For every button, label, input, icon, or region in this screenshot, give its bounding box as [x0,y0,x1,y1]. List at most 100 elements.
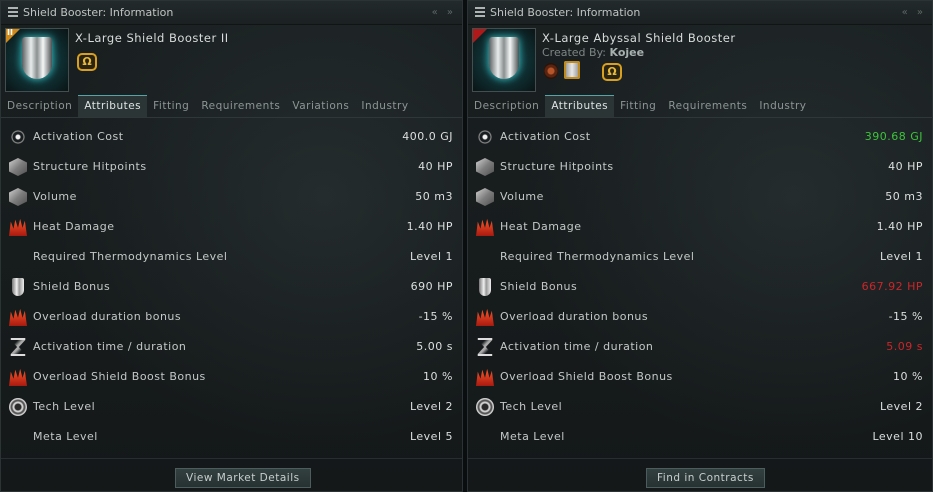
attribute-value: 40 HP [418,160,453,173]
attribute-row: Heat Damage 1.40 HP [468,212,932,242]
item-name: X-Large Abyssal Shield Booster [542,31,736,45]
attribute-row: Required Thermodynamics Level Level 1 [468,242,932,272]
tab-description[interactable]: Description [468,95,545,117]
attribute-value: 50 m3 [885,190,923,203]
volume-icon [476,188,494,206]
window-controls[interactable]: « » [902,1,926,24]
shield-booster-icon[interactable] [472,28,536,92]
attribute-value: Level 5 [409,430,453,443]
menu-icon[interactable] [8,7,18,17]
attribute-label: Heat Damage [500,220,582,233]
attribute-value: 40 HP [888,160,923,173]
attribute-row: Activation time / duration 5.00 s [1,332,462,362]
view-market-details-button[interactable]: View Market Details [175,468,311,488]
attribute-value: Level 2 [879,400,923,413]
tab-fitting[interactable]: Fitting [614,95,662,117]
item-name: X-Large Shield Booster II [75,31,229,45]
tech-level-icon [9,398,27,416]
info-window-right: Shield Booster: Information « » X-Large … [467,0,933,492]
attribute-row: Overload duration bonus -15 % [468,302,932,332]
heat-icon [476,308,494,326]
shield-booster-icon[interactable]: II [5,28,69,92]
tab-fitting[interactable]: Fitting [147,95,195,117]
attribute-value: 1.40 HP [406,220,453,233]
mutaplasmid-icon[interactable] [544,63,558,79]
tab-requirements[interactable]: Requirements [662,95,753,117]
attribute-list: Activation Cost 400.0 GJ Structure Hitpoin… [1,122,462,452]
window-controls[interactable]: « » [432,1,456,24]
attribute-label: Heat Damage [33,220,115,233]
tab-attributes[interactable]: Attributes [545,95,615,117]
info-window-left: Shield Booster: Information « » II X-Lar… [0,0,463,492]
attribute-value: Level 2 [409,400,453,413]
attribute-value: 400.0 GJ [402,130,453,143]
tab-variations[interactable]: Variations [286,95,355,117]
attribute-row: Tech Level Level 2 [1,392,462,422]
attribute-value: 690 HP [410,280,453,293]
hourglass-icon [477,338,493,356]
attribute-value: 5.09 s [886,340,923,353]
heat-icon [476,368,494,386]
tab-attributes[interactable]: Attributes [78,95,148,117]
capacitor-icon [9,128,27,146]
abyssal-badge [473,29,487,43]
attribute-row: Overload Shield Boost Bonus 10 % [1,362,462,392]
window-footer: View Market Details [1,458,462,491]
window-titlebar[interactable]: Shield Booster: Information « » [468,1,932,25]
attribute-label: Overload Shield Boost Bonus [500,370,673,383]
creator-name-link[interactable]: Kojee [610,46,645,59]
attribute-value: -15 % [888,310,923,323]
tab-requirements[interactable]: Requirements [195,95,286,117]
attribute-label: Structure Hitpoints [500,160,614,173]
attribute-label: Volume [33,190,77,203]
omega-icon: Ω [77,53,97,71]
attribute-row: Required Thermodynamics Level Level 1 [1,242,462,272]
tech-level-icon [476,398,494,416]
capacitor-icon [476,128,494,146]
tab-description[interactable]: Description [1,95,78,117]
attribute-row: Shield Bonus 690 HP [1,272,462,302]
attribute-label: Tech Level [33,400,96,413]
find-in-contracts-button[interactable]: Find in Contracts [646,468,765,488]
attribute-list: Activation Cost 390.68 GJ Structure Hitpoi… [468,122,932,452]
hourglass-icon [10,338,26,356]
menu-icon[interactable] [475,7,485,17]
heat-icon [9,368,27,386]
shield-icon [12,278,24,296]
attribute-row: Structure Hitpoints 40 HP [468,152,932,182]
attribute-value: 667.92 HP [861,280,923,293]
attribute-label: Required Thermodynamics Level [500,250,695,263]
item-header: X-Large Abyssal Shield Booster Created B… [468,25,932,95]
attribute-row: Overload Shield Boost Bonus 10 % [468,362,932,392]
attribute-value: 1.40 HP [876,220,923,233]
attribute-label: Shield Bonus [500,280,578,293]
attribute-label: Meta Level [500,430,565,443]
attribute-label: Tech Level [500,400,563,413]
attribute-label: Structure Hitpoints [33,160,147,173]
attribute-row: Activation Cost 400.0 GJ [1,122,462,152]
attribute-row: Activation Cost 390.68 GJ [468,122,932,152]
omega-icon: Ω [602,63,622,81]
attribute-value: 390.68 GJ [864,130,923,143]
attribute-row: Meta Level Level 5 [1,422,462,452]
attribute-row: Volume 50 m3 [468,182,932,212]
attribute-row: Meta Level Level 10 [468,422,932,452]
attribute-label: Activation time / duration [33,340,187,353]
attribute-row: Tech Level Level 2 [468,392,932,422]
tab-industry[interactable]: Industry [753,95,812,117]
tab-industry[interactable]: Industry [355,95,414,117]
heat-icon [9,308,27,326]
attribute-value: 10 % [423,370,453,383]
heat-icon [476,218,494,236]
attribute-value: Level 1 [879,250,923,263]
attribute-value: Level 1 [409,250,453,263]
attribute-label: Activation Cost [33,130,124,143]
window-title: Shield Booster: Information [490,6,641,19]
source-item-icon[interactable] [564,61,580,79]
attribute-label: Volume [500,190,544,203]
attribute-row: Heat Damage 1.40 HP [1,212,462,242]
tab-bar: Description Attributes Fitting Requirements… [468,95,932,118]
window-titlebar[interactable]: Shield Booster: Information « » [1,1,462,25]
structure-icon [9,158,27,176]
item-header: II X-Large Shield Booster II Ω [1,25,462,95]
